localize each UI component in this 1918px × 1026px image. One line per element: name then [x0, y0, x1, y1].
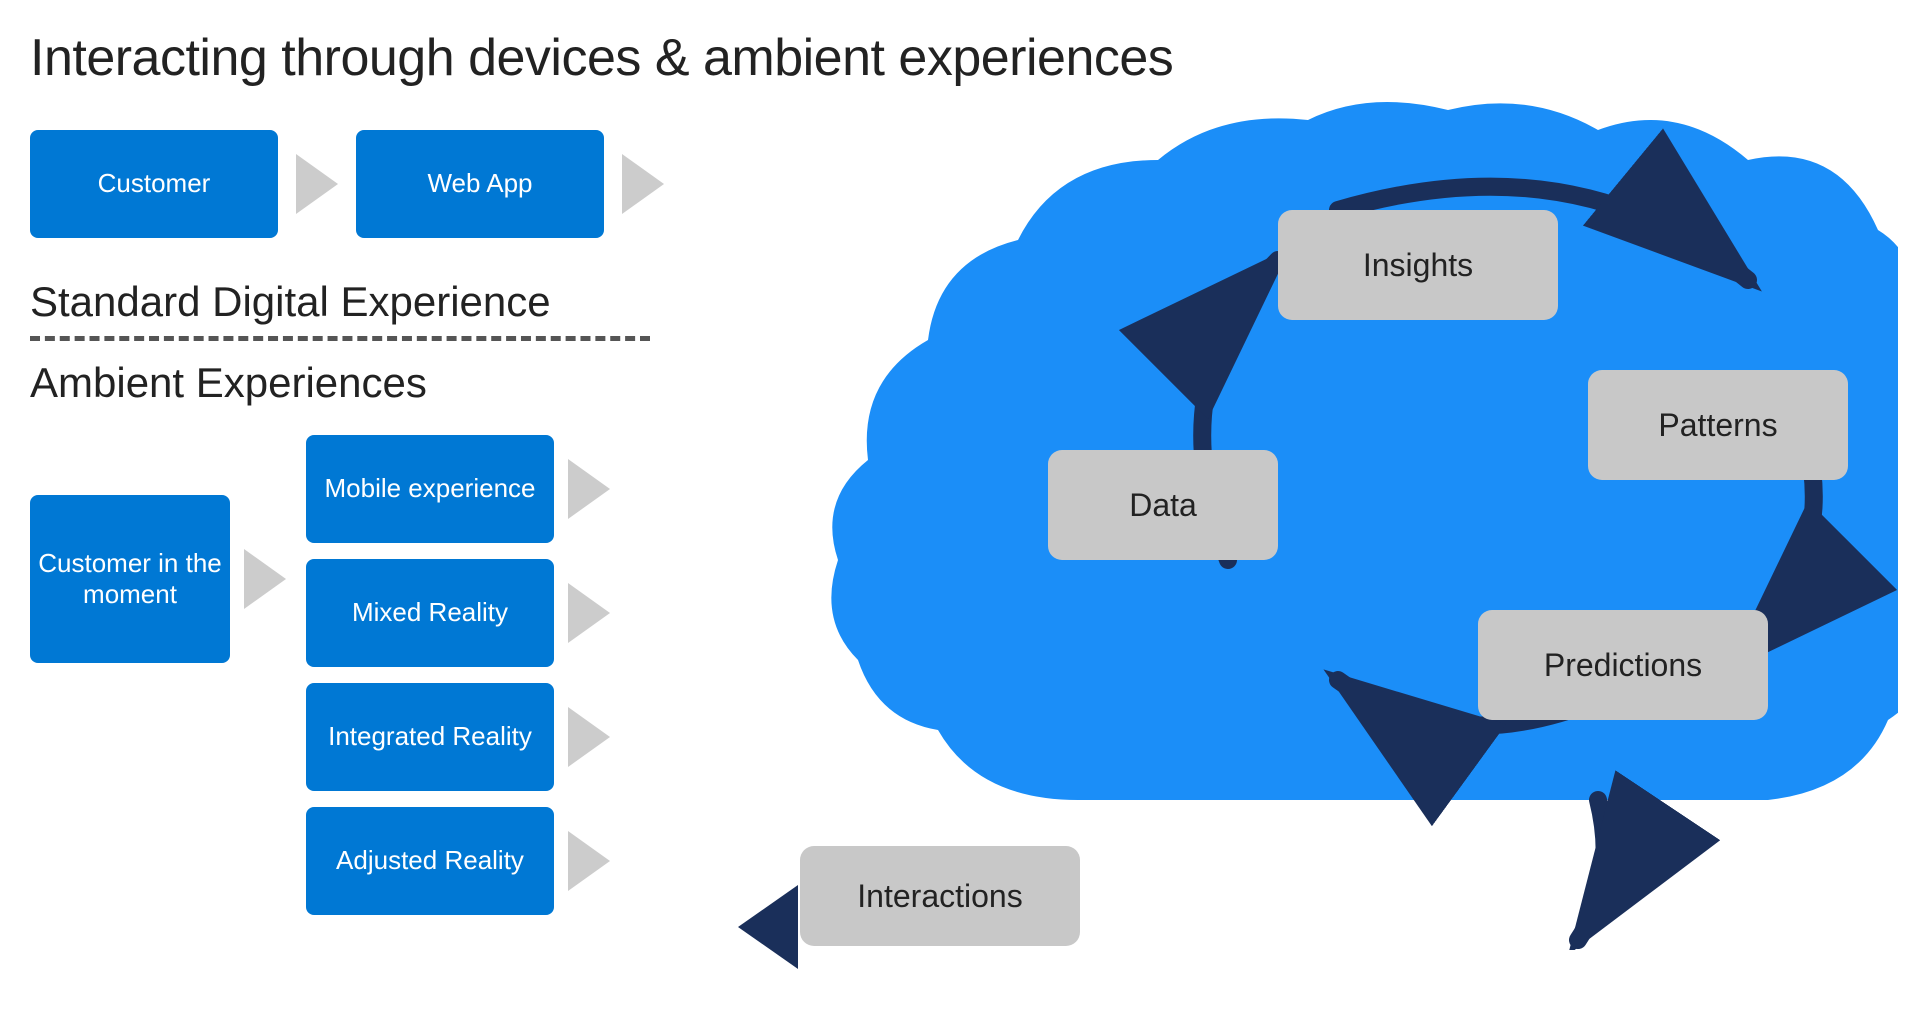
- arrow-mobile: [568, 459, 610, 519]
- arrow-webapp-to-cloud: [622, 154, 664, 214]
- insights-box: Insights: [1278, 210, 1558, 320]
- arrow-cloud-to-interactions: [1578, 800, 1605, 940]
- arrow-mixed: [568, 583, 610, 643]
- experience-buttons-col: Mobile experience Mixed Reality Integrat…: [306, 435, 610, 915]
- integrated-reality-button[interactable]: Integrated Reality: [306, 683, 554, 791]
- mobile-button[interactable]: Mobile experience: [306, 435, 554, 543]
- divider-line: [30, 336, 650, 341]
- arrow-customer-to-webapp: [296, 154, 338, 214]
- interactions-arrow-area: [738, 885, 798, 969]
- customer-button[interactable]: Customer: [30, 130, 278, 238]
- standard-digital-row: Customer Web App: [30, 130, 730, 238]
- predictions-box: Predictions: [1478, 610, 1768, 720]
- integrated-row: Integrated Reality: [306, 683, 610, 791]
- page-title: Interacting through devices & ambient ex…: [30, 28, 1173, 88]
- ambient-experiences-label: Ambient Experiences: [30, 359, 730, 407]
- mobile-row: Mobile experience: [306, 435, 610, 543]
- customer-moment-col: Customer in the moment: [30, 495, 286, 663]
- customer-moment-button[interactable]: Customer in the moment: [30, 495, 230, 663]
- adjusted-row: Adjusted Reality: [306, 807, 610, 915]
- cloud-diagram: Insights Patterns Predictions Data: [798, 80, 1898, 950]
- arrow-integrated: [568, 707, 610, 767]
- patterns-box: Patterns: [1588, 370, 1848, 480]
- standard-digital-label: Standard Digital Experience: [30, 278, 730, 326]
- left-panel: Customer Web App Standard Digital Experi…: [30, 130, 730, 915]
- mixed-row: Mixed Reality: [306, 559, 610, 667]
- arrow-adjusted: [568, 831, 610, 891]
- arrow-to-interactions: [738, 885, 798, 969]
- ambient-area: Customer in the moment Mobile experience…: [30, 435, 730, 915]
- data-box: Data: [1048, 450, 1278, 560]
- mixed-reality-button[interactable]: Mixed Reality: [306, 559, 554, 667]
- arrow-moment: [244, 549, 286, 609]
- adjusted-reality-button[interactable]: Adjusted Reality: [306, 807, 554, 915]
- webapp-button[interactable]: Web App: [356, 130, 604, 238]
